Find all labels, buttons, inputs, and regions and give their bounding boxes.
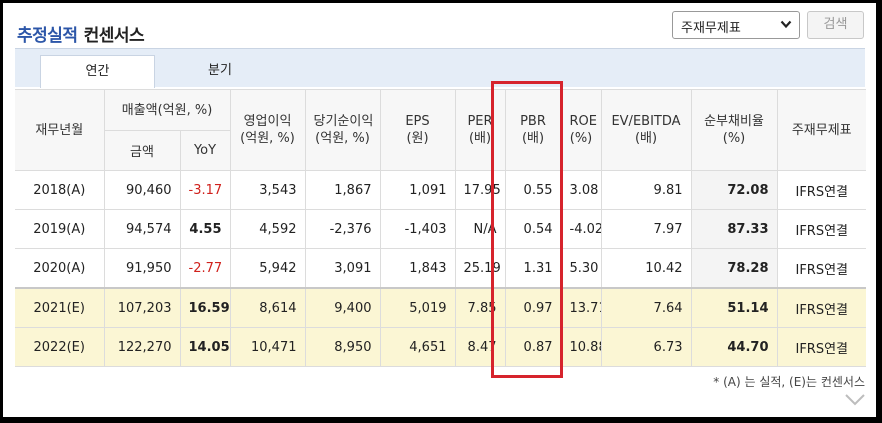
- col-header-op: 영업이익 (억원, %): [229, 89, 306, 171]
- cell-op: 3,543: [229, 170, 306, 210]
- roe-unit: (%): [569, 131, 593, 146]
- table-row: 2018(A) 90,460 -3.17 3,543 1,867 1,091 1…: [15, 170, 866, 210]
- cell-roe: 3.08: [560, 170, 602, 210]
- cell-eps: 1,843: [379, 248, 456, 289]
- roe-label: ROE: [569, 114, 597, 129]
- consensus-table: 재무년월 매출액(억원, %) 영업이익 (억원, %) 당기순이익 (억원, %)…: [15, 89, 866, 367]
- cell-roe: 13.71: [560, 287, 602, 328]
- pbr-highlight-box: [491, 81, 563, 378]
- eps-unit: (원): [406, 131, 429, 146]
- cell-eps: 4,651: [379, 327, 456, 367]
- cell-op: 4,592: [229, 209, 306, 249]
- ev-unit: (배): [634, 131, 658, 146]
- col-header-net: 당기순이익 (억원, %): [304, 89, 381, 171]
- header-row: 재무년월 매출액(억원, %) 영업이익 (억원, %) 당기순이익 (억원, %)…: [15, 89, 866, 171]
- net-unit: (억원, %): [315, 131, 370, 146]
- section-title: 추정실적 컨센서스: [17, 21, 145, 46]
- consensus-panel: 추정실적 컨센서스 주재무제표 검색 연간 분기 재무년월 매출액(억원, %) …: [3, 3, 876, 417]
- cell-debt: 72.08: [690, 170, 778, 210]
- cell-op: 10,471: [229, 327, 306, 367]
- title-main: 추정실적: [17, 26, 78, 46]
- cell-debt: 87.33: [690, 209, 778, 249]
- cell-debt: 51.14: [690, 287, 778, 328]
- cell-sales: 122,270: [103, 327, 181, 367]
- col-header-roe: ROE (%): [560, 89, 602, 171]
- cell-sales: 107,203: [103, 287, 181, 328]
- cell-ev: 7.97: [600, 209, 692, 249]
- cell-yoy: -2.77: [179, 248, 231, 289]
- cell-net: 3,091: [304, 248, 381, 289]
- statement-select[interactable]: 주재무제표: [672, 11, 800, 39]
- op-unit: (억원, %): [240, 131, 295, 146]
- cell-year: 2021(E): [15, 287, 105, 328]
- cell-eps: -1,403: [379, 209, 456, 249]
- cell-statement: IFRS연결: [776, 327, 866, 367]
- cell-op: 5,942: [229, 248, 306, 289]
- chevron-down-icon[interactable]: [843, 391, 867, 409]
- cell-yoy: 16.59: [179, 287, 231, 328]
- cell-net: -2,376: [304, 209, 381, 249]
- ev-label: EV/EBITDA: [611, 114, 681, 129]
- op-label: 영업이익: [243, 114, 292, 129]
- tab-quarterly[interactable]: 분기: [180, 55, 260, 88]
- cell-statement: IFRS연결: [776, 209, 866, 249]
- cell-year: 2018(A): [15, 170, 105, 210]
- cell-sales: 94,574: [103, 209, 181, 249]
- col-header-net-debt: 순부채비율 (%): [690, 89, 778, 171]
- col-header-sales-amount: 금액: [103, 130, 181, 171]
- cell-net: 8,950: [304, 327, 381, 367]
- table-row: 2019(A) 94,574 4.55 4,592 -2,376 -1,403 …: [15, 209, 866, 249]
- search-button[interactable]: 검색: [807, 11, 864, 39]
- chevron-down-icon: [780, 20, 792, 29]
- cell-year: 2022(E): [15, 327, 105, 367]
- col-header-statement: 주재무제표: [776, 89, 866, 171]
- cell-debt: 78.28: [690, 248, 778, 289]
- cell-net: 1,867: [304, 170, 381, 210]
- tab-annual[interactable]: 연간: [40, 55, 155, 88]
- table-row: 2022(E) 122,270 14.05 10,471 8,950 4,651…: [15, 327, 866, 367]
- per-unit: (배): [468, 131, 492, 146]
- footnote: * (A) 는 실적, (E)는 컨센서스: [713, 375, 865, 389]
- eps-label: EPS: [405, 114, 430, 129]
- cell-year: 2020(A): [15, 248, 105, 289]
- period-tabs: 연간 분기: [15, 48, 865, 88]
- cell-yoy: 4.55: [179, 209, 231, 249]
- cell-net: 9,400: [304, 287, 381, 328]
- cell-roe: 5.30: [560, 248, 602, 289]
- cell-eps: 5,019: [379, 287, 456, 328]
- cell-ev: 6.73: [600, 327, 692, 367]
- cell-ev: 10.42: [600, 248, 692, 289]
- debt-unit: (%): [722, 131, 746, 146]
- table-row: 2021(E) 107,203 16.59 8,614 9,400 5,019 …: [15, 287, 866, 328]
- cell-ev: 7.64: [600, 287, 692, 328]
- per-label: PER: [467, 114, 493, 129]
- col-header-ev-ebitda: EV/EBITDA (배): [600, 89, 692, 171]
- cell-ev: 9.81: [600, 170, 692, 210]
- col-header-year: 재무년월: [15, 89, 105, 171]
- table-row: 2020(A) 91,950 -2.77 5,942 3,091 1,843 2…: [15, 248, 866, 289]
- cell-roe: -4.02: [560, 209, 602, 249]
- net-label: 당기순이익: [313, 114, 374, 129]
- cell-sales: 90,460: [103, 170, 181, 210]
- cell-eps: 1,091: [379, 170, 456, 210]
- cell-yoy: 14.05: [179, 327, 231, 367]
- cell-year: 2019(A): [15, 209, 105, 249]
- cell-sales: 91,950: [103, 248, 181, 289]
- cell-yoy: -3.17: [179, 170, 231, 210]
- col-header-sales: 매출액(억원, %): [103, 89, 231, 131]
- cell-op: 8,614: [229, 287, 306, 328]
- cell-statement: IFRS연결: [776, 170, 866, 210]
- cell-roe: 10.88: [560, 327, 602, 367]
- title-sub: 컨센서스: [83, 26, 145, 46]
- cell-debt: 44.70: [690, 327, 778, 367]
- cell-statement: IFRS연결: [776, 248, 866, 289]
- statement-select-value: 주재무제표: [681, 21, 741, 36]
- col-header-eps: EPS (원): [379, 89, 456, 171]
- col-header-sales-yoy: YoY: [179, 130, 231, 171]
- cell-statement: IFRS연결: [776, 287, 866, 328]
- debt-label: 순부채비율: [704, 114, 764, 129]
